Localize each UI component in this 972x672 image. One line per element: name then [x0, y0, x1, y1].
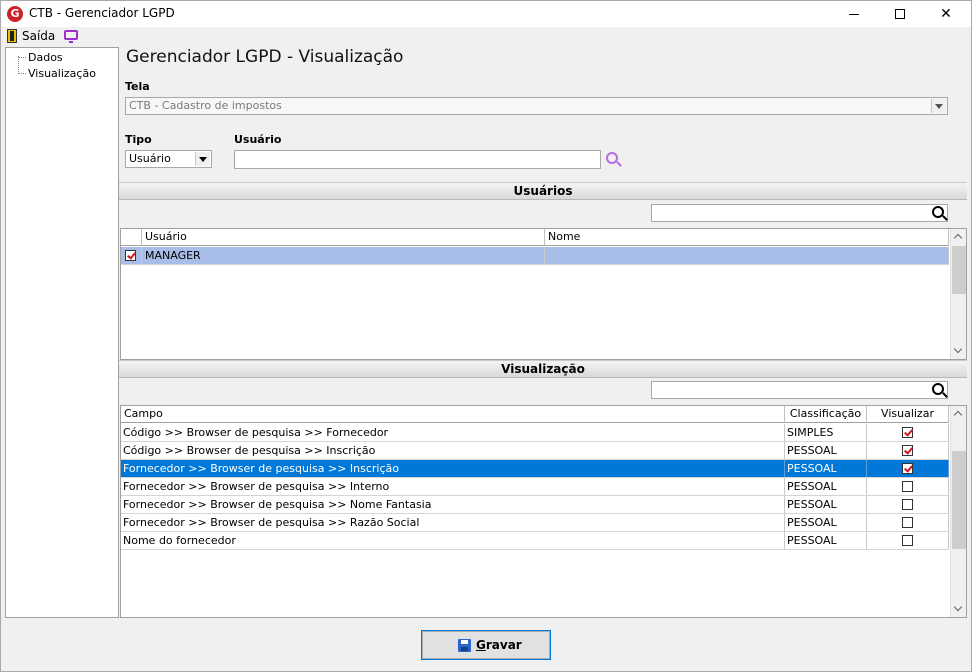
- campo-cell: Fornecedor >> Browser de pesquisa >> Nom…: [121, 496, 785, 513]
- chevron-down-icon: [931, 99, 946, 113]
- tela-select[interactable]: CTB - Cadastro de impostos: [125, 97, 948, 115]
- title-bar: G CTB - Gerenciador LGPD ✕: [1, 1, 971, 27]
- classificacao-cell: SIMPLES: [785, 424, 867, 441]
- visualizacao-filter-input[interactable]: [651, 381, 948, 399]
- save-button-label: Gravar: [476, 638, 522, 652]
- close-button[interactable]: ✕: [923, 1, 969, 27]
- column-header-usuario[interactable]: Usuário: [142, 229, 545, 246]
- scroll-up-icon[interactable]: [951, 229, 966, 245]
- scroll-up-icon[interactable]: [951, 406, 966, 422]
- page-title: Gerenciador LGPD - Visualização: [126, 47, 404, 67]
- menu-bar: Saída: [1, 27, 971, 45]
- column-header-check: [121, 229, 142, 246]
- campo-cell: Nome do fornecedor: [121, 532, 785, 549]
- tree-connector: [18, 56, 19, 74]
- column-header-visualizar[interactable]: Visualizar: [867, 406, 949, 423]
- visualizar-checkbox[interactable]: [902, 427, 913, 438]
- table-row[interactable]: Nome do fornecedor PESSOAL: [121, 532, 949, 550]
- tipo-select-value: Usuário: [129, 152, 171, 165]
- visualizar-checkbox[interactable]: [902, 517, 913, 528]
- row-check-cell: [121, 247, 142, 264]
- menu-exit[interactable]: Saída: [22, 29, 55, 43]
- classificacao-cell: PESSOAL: [785, 532, 867, 549]
- visualizar-checkbox[interactable]: [902, 535, 913, 546]
- tree-item-visualizacao[interactable]: Visualização: [28, 67, 96, 80]
- column-header-campo[interactable]: Campo: [121, 406, 785, 423]
- floppy-disk-icon: [458, 639, 471, 652]
- visualizacao-scrollbar[interactable]: [950, 406, 966, 617]
- monitor-icon[interactable]: [64, 30, 78, 43]
- campo-cell: Código >> Browser de pesquisa >> Fornece…: [121, 424, 785, 441]
- table-row[interactable]: Código >> Browser de pesquisa >> Fornece…: [121, 424, 949, 442]
- row-checkbox[interactable]: [125, 250, 136, 261]
- campo-cell: Fornecedor >> Browser de pesquisa >> Raz…: [121, 514, 785, 531]
- minimize-icon: [849, 14, 859, 15]
- window-title: CTB - Gerenciador LGPD: [29, 6, 175, 20]
- column-header-classificacao[interactable]: Classificação: [785, 406, 867, 423]
- visualizacao-grid: Campo Classificação Visualizar Código >>…: [120, 405, 967, 618]
- save-button[interactable]: Gravar: [421, 630, 551, 660]
- visualizar-checkbox[interactable]: [902, 499, 913, 510]
- tipo-label: Tipo: [125, 133, 152, 146]
- visualizar-checkbox[interactable]: [902, 481, 913, 492]
- save-label-rest: ravar: [485, 638, 522, 652]
- classificacao-cell: PESSOAL: [785, 442, 867, 459]
- usuario-cell: MANAGER: [142, 247, 545, 264]
- campo-cell: Código >> Browser de pesquisa >> Inscriç…: [121, 442, 785, 459]
- visualizar-cell: [867, 424, 949, 441]
- save-mnemonic: G: [476, 638, 486, 652]
- table-row[interactable]: MANAGER: [121, 247, 949, 265]
- campo-cell: Fornecedor >> Browser de pesquisa >> Ins…: [121, 460, 785, 477]
- scroll-down-icon[interactable]: [951, 601, 966, 617]
- classificacao-cell: PESSOAL: [785, 496, 867, 513]
- search-icon[interactable]: [932, 383, 944, 395]
- visualizar-cell: [867, 442, 949, 459]
- classificacao-cell: PESSOAL: [785, 478, 867, 495]
- visualizar-cell: [867, 514, 949, 531]
- table-row[interactable]: Fornecedor >> Browser de pesquisa >> Ins…: [121, 460, 949, 478]
- search-icon[interactable]: [932, 206, 944, 218]
- classificacao-cell: PESSOAL: [785, 514, 867, 531]
- table-row[interactable]: Fornecedor >> Browser de pesquisa >> Int…: [121, 478, 949, 496]
- tree-connector: [18, 57, 26, 58]
- scroll-down-icon[interactable]: [951, 343, 966, 359]
- table-row[interactable]: Fornecedor >> Browser de pesquisa >> Raz…: [121, 514, 949, 532]
- search-user-icon[interactable]: [606, 152, 618, 164]
- tipo-select[interactable]: Usuário: [125, 150, 212, 168]
- column-header-nome[interactable]: Nome: [545, 229, 949, 246]
- usuario-input[interactable]: [234, 150, 601, 169]
- tree-item-dados[interactable]: Dados: [28, 51, 63, 64]
- usuarios-section-header: Usuários: [119, 182, 967, 200]
- minimize-button[interactable]: [831, 1, 877, 27]
- maximize-button[interactable]: [877, 1, 923, 27]
- maximize-icon: [895, 9, 905, 19]
- app-window: G CTB - Gerenciador LGPD ✕ Saída Dados V…: [0, 0, 972, 672]
- usuario-label: Usuário: [234, 133, 282, 146]
- usuarios-grid: Usuário Nome MANAGER: [120, 228, 967, 360]
- classificacao-cell: PESSOAL: [785, 460, 867, 477]
- table-row[interactable]: Código >> Browser de pesquisa >> Inscriç…: [121, 442, 949, 460]
- scroll-thumb[interactable]: [952, 246, 966, 294]
- campo-cell: Fornecedor >> Browser de pesquisa >> Int…: [121, 478, 785, 495]
- visualizar-checkbox[interactable]: [902, 463, 913, 474]
- visualizacao-section-header: Visualização: [119, 360, 967, 378]
- nome-cell: [545, 247, 949, 264]
- navigation-tree: Dados Visualização: [5, 47, 119, 618]
- exit-door-icon[interactable]: [7, 29, 17, 43]
- visualizar-cell: [867, 532, 949, 549]
- visualizar-checkbox[interactable]: [902, 445, 913, 456]
- tela-label: Tela: [125, 80, 150, 93]
- scroll-thumb[interactable]: [952, 451, 966, 549]
- tree-connector: [18, 73, 26, 74]
- chevron-down-icon: [195, 152, 210, 166]
- visualizar-cell: [867, 460, 949, 477]
- visualizar-cell: [867, 496, 949, 513]
- usuarios-filter-input[interactable]: [651, 204, 948, 222]
- app-logo-icon: G: [7, 6, 23, 22]
- table-row[interactable]: Fornecedor >> Browser de pesquisa >> Nom…: [121, 496, 949, 514]
- usuarios-scrollbar[interactable]: [950, 229, 966, 359]
- tela-select-value: CTB - Cadastro de impostos: [129, 99, 282, 112]
- close-icon: ✕: [940, 6, 952, 22]
- visualizar-cell: [867, 478, 949, 495]
